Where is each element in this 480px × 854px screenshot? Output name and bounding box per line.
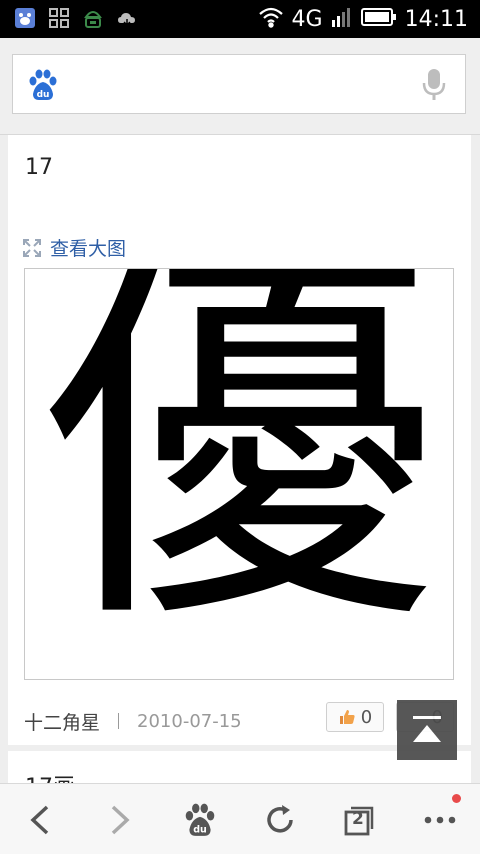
wifi-icon (258, 6, 284, 32)
baidu-home-icon: du (185, 803, 215, 836)
forward-arrow-icon (111, 805, 130, 835)
view-large-image-link[interactable]: 查看大图 (23, 234, 126, 261)
post-date: 2010-07-15 (137, 710, 242, 732)
content-area[interactable]: 17 查看大图 優 十二角星 2010-07-15 0 0 17画 (0, 135, 480, 783)
refresh-button[interactable] (258, 798, 302, 842)
back-button[interactable] (18, 798, 62, 842)
baidu-home-button[interactable]: du (178, 798, 222, 842)
baidu-app-icon (14, 7, 36, 29)
notification-dot (452, 794, 461, 803)
svg-text:du: du (37, 90, 50, 100)
entry-meta: 十二角星 2010-07-15 (24, 705, 242, 737)
meta-divider (118, 713, 120, 729)
svg-text:du: du (193, 825, 207, 836)
tabs-button[interactable]: 2 (338, 798, 382, 842)
scroll-to-top-button[interactable] (397, 700, 457, 760)
arrow-up-icon (413, 716, 441, 742)
more-menu-button[interactable] (418, 798, 462, 842)
clock-time: 14:11 (404, 6, 468, 32)
next-result-title: 17画 (25, 769, 75, 783)
microphone-icon[interactable] (421, 67, 447, 107)
cloud-icon (116, 7, 138, 29)
network-type: 4G (291, 6, 323, 32)
status-bar: 4G 14:11 (0, 0, 480, 38)
signal-icon (331, 6, 353, 32)
character-image[interactable]: 優 (24, 268, 454, 680)
like-button[interactable]: 0 (326, 702, 384, 732)
stroke-count-text: 17 (25, 155, 53, 180)
search-input[interactable]: du (12, 54, 466, 114)
tab-count: 2 (352, 809, 364, 829)
expand-icon (23, 238, 41, 257)
thumbs-up-icon (339, 710, 355, 724)
back-arrow-icon (30, 805, 49, 835)
bottom-navigation: du 2 (0, 783, 480, 854)
apps-grid-icon (48, 7, 70, 29)
android-icon (82, 7, 104, 29)
character-glyph: 優 (42, 268, 438, 672)
like-count: 0 (360, 706, 373, 728)
refresh-icon (267, 805, 293, 833)
search-header: du (0, 38, 480, 135)
view-large-label: 查看大图 (50, 238, 127, 260)
battery-icon (360, 6, 397, 32)
author-name[interactable]: 十二角星 (24, 708, 100, 735)
result-card: 17 查看大图 優 十二角星 2010-07-15 0 0 (8, 135, 471, 745)
baidu-paw-icon[interactable]: du (27, 68, 59, 106)
more-icon (424, 816, 456, 824)
forward-button[interactable] (98, 798, 142, 842)
